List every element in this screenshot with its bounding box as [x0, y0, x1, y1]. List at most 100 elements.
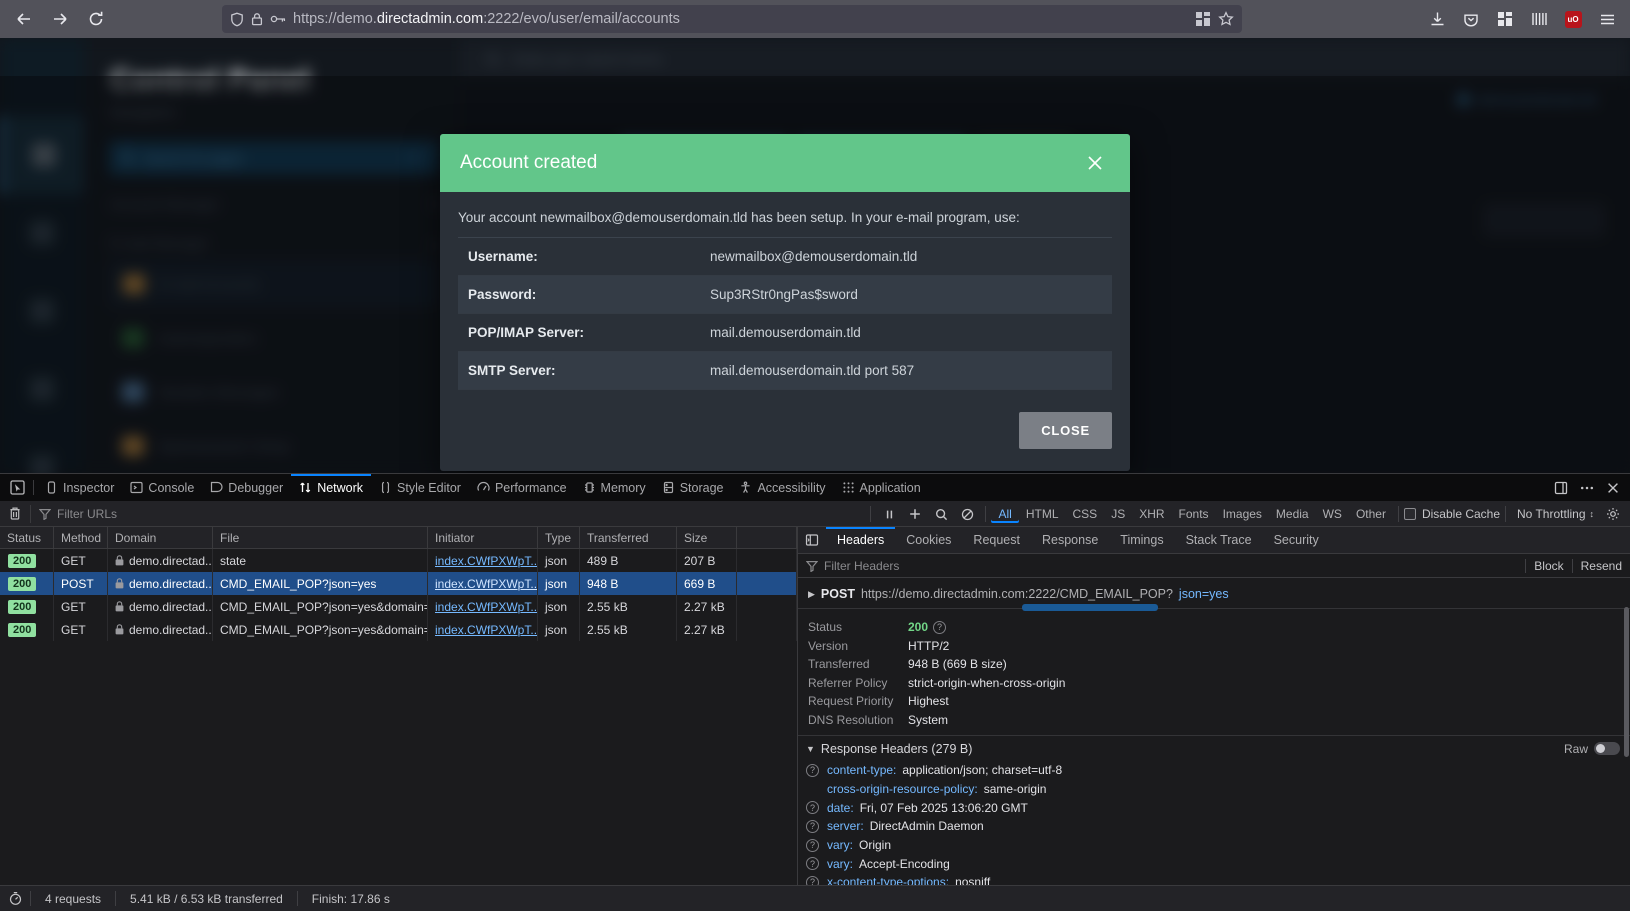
- shield-icon[interactable]: [230, 12, 244, 27]
- initiator-link[interactable]: index.CWfPXWpT....: [435, 600, 538, 614]
- column-domain[interactable]: Domain: [108, 527, 213, 548]
- filter-html[interactable]: HTML: [1019, 505, 1066, 523]
- reload-button[interactable]: [80, 4, 112, 34]
- response-headers-section-header[interactable]: ▼ Response Headers (279 B) Raw: [798, 735, 1630, 761]
- back-button[interactable]: [8, 4, 40, 34]
- tab-performance[interactable]: Performance: [469, 474, 575, 501]
- table-row[interactable]: 200 POST demo.directad... CMD_EMAIL_POP?…: [0, 572, 797, 595]
- filter-js[interactable]: JS: [1104, 505, 1132, 523]
- block-button[interactable]: Block: [1525, 559, 1571, 573]
- new-request-icon[interactable]: [902, 501, 928, 527]
- tab-network[interactable]: Network: [291, 474, 371, 501]
- cell-type: json: [538, 595, 580, 618]
- info-icon[interactable]: ?: [806, 820, 819, 833]
- filter-xhr[interactable]: XHR: [1132, 505, 1171, 523]
- details-tab-stack-trace[interactable]: Stack Trace: [1175, 527, 1263, 554]
- info-icon[interactable]: ?: [806, 839, 819, 852]
- column-waterfall[interactable]: [737, 527, 797, 548]
- star-icon[interactable]: [1218, 11, 1234, 27]
- filter-headers-input[interactable]: Filter Headers Block Resend: [798, 554, 1630, 578]
- info-icon[interactable]: ?: [806, 764, 819, 777]
- close-icon[interactable]: [1078, 146, 1112, 180]
- table-row[interactable]: 200 GET demo.directad... state index.CWf…: [0, 549, 797, 572]
- tab-memory[interactable]: Memory: [575, 474, 654, 501]
- filter-media[interactable]: Media: [1269, 505, 1316, 523]
- column-initiator[interactable]: Initiator: [428, 527, 538, 548]
- page-top-search-bar[interactable]: Enter your search terms: [460, 38, 1630, 80]
- details-tab-response[interactable]: Response: [1031, 527, 1109, 554]
- column-method[interactable]: Method: [54, 527, 108, 548]
- dock-to-side-icon[interactable]: [1548, 475, 1574, 501]
- tab-console[interactable]: Console: [122, 474, 202, 501]
- lock-icon[interactable]: [251, 12, 263, 26]
- initiator-link[interactable]: index.CWfPXWpT....: [435, 623, 538, 637]
- more-options-icon[interactable]: [1574, 475, 1600, 501]
- info-icon[interactable]: ?: [806, 876, 819, 885]
- download-icon[interactable]: [1422, 4, 1452, 34]
- pause-icon[interactable]: [876, 501, 902, 527]
- table-row[interactable]: 200 GET demo.directad... CMD_EMAIL_POP?j…: [0, 618, 797, 641]
- info-icon[interactable]: ?: [806, 801, 819, 814]
- details-tab-security[interactable]: Security: [1263, 527, 1330, 554]
- account-icon[interactable]: [1490, 4, 1520, 34]
- filter-other[interactable]: Other: [1349, 505, 1393, 523]
- filter-urls-input[interactable]: Filter URLs: [30, 505, 117, 523]
- filter-ws[interactable]: WS: [1316, 505, 1349, 523]
- filter-css[interactable]: CSS: [1066, 505, 1105, 523]
- forward-button[interactable]: [44, 4, 76, 34]
- request-url-summary[interactable]: ▶ POST https://demo.directadmin.com:2222…: [798, 578, 1630, 608]
- gear-icon[interactable]: [1600, 501, 1626, 527]
- column-status[interactable]: Status: [0, 527, 54, 548]
- initiator-link[interactable]: index.CWfPXWpT....: [435, 554, 538, 568]
- cell-initiator[interactable]: index.CWfPXWpT....: [428, 595, 538, 618]
- details-scrollbar[interactable]: [1624, 607, 1629, 757]
- filter-images[interactable]: Images: [1216, 505, 1269, 523]
- disable-cache-checkbox[interactable]: Disable Cache: [1404, 507, 1500, 521]
- filter-fonts[interactable]: Fonts: [1172, 505, 1216, 523]
- info-icon[interactable]: ?: [806, 857, 819, 870]
- throttling-dropdown[interactable]: No Throttling ↕: [1511, 507, 1600, 521]
- column-size[interactable]: Size: [677, 527, 737, 548]
- details-tab-timings[interactable]: Timings: [1109, 527, 1174, 554]
- block-requests-icon[interactable]: [954, 501, 980, 527]
- details-tab-cookies[interactable]: Cookies: [895, 527, 962, 554]
- cell-initiator[interactable]: index.CWfPXWpT....: [428, 572, 538, 595]
- close-button[interactable]: CLOSE: [1019, 412, 1112, 449]
- info-icon[interactable]: ?: [933, 621, 946, 634]
- details-tab-request[interactable]: Request: [962, 527, 1031, 554]
- pocket-icon[interactable]: [1456, 4, 1486, 34]
- cell-initiator[interactable]: index.CWfPXWpT....: [428, 549, 538, 572]
- element-picker-icon[interactable]: [4, 475, 30, 501]
- extensions-icon[interactable]: [1195, 11, 1211, 27]
- expand-triangle-icon[interactable]: ▶: [808, 589, 815, 600]
- cell-initiator[interactable]: index.CWfPXWpT....: [428, 618, 538, 641]
- hamburger-menu-icon[interactable]: [1592, 4, 1622, 34]
- table-row[interactable]: 200 GET demo.directad... CMD_EMAIL_POP?j…: [0, 595, 797, 618]
- clear-requests-icon[interactable]: [0, 501, 30, 527]
- column-file[interactable]: File: [213, 527, 428, 548]
- tab-application[interactable]: Application: [834, 474, 929, 501]
- toggle-sidebar-icon[interactable]: [798, 527, 826, 554]
- close-devtools-icon[interactable]: [1600, 475, 1626, 501]
- key-icon[interactable]: [270, 13, 286, 25]
- ublock-origin-icon[interactable]: uO: [1558, 4, 1588, 34]
- tab-inspector[interactable]: Inspector: [37, 474, 122, 501]
- tab-style-editor[interactable]: Style Editor: [371, 474, 469, 501]
- url-bar[interactable]: https://demo.directadmin.com:2222/evo/us…: [222, 5, 1242, 33]
- raw-toggle[interactable]: Raw: [1564, 742, 1620, 756]
- search-icon[interactable]: [928, 501, 954, 527]
- library-icon[interactable]: [1524, 4, 1554, 34]
- column-type[interactable]: Type: [538, 527, 580, 548]
- toggle-switch[interactable]: [1594, 742, 1620, 755]
- tab-debugger[interactable]: Debugger: [202, 474, 291, 501]
- tab-accessibility[interactable]: Accessibility: [731, 474, 833, 501]
- request-details-pane: Headers Cookies Request Response Timings…: [797, 527, 1630, 885]
- initiator-link[interactable]: index.CWfPXWpT....: [435, 577, 538, 591]
- tab-storage[interactable]: Storage: [654, 474, 732, 501]
- column-transferred[interactable]: Transferred: [580, 527, 677, 548]
- filter-all[interactable]: All: [991, 505, 1018, 523]
- stopwatch-icon[interactable]: [0, 891, 30, 906]
- details-tab-headers[interactable]: Headers: [826, 527, 895, 554]
- collapse-triangle-icon[interactable]: ▼: [806, 744, 815, 754]
- resend-button[interactable]: Resend: [1572, 559, 1630, 573]
